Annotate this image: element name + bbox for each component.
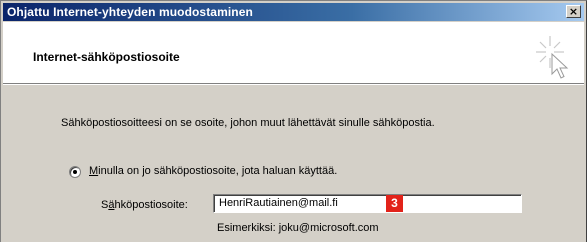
email-label-end: hköpostiosoite: <box>114 199 188 211</box>
header-divider <box>3 83 584 85</box>
example-text: Esimerkiksi: joku@microsoft.com <box>217 222 379 234</box>
radio-label-accelerator: M <box>89 165 99 177</box>
step-badge: 3 <box>386 195 403 212</box>
intro-text: Sähköpostiosoitteesi on se osoite, johon… <box>61 117 435 129</box>
wizard-sparkle-cursor-icon <box>536 36 569 79</box>
close-button[interactable]: × <box>566 5 581 18</box>
radio-label-text: inulla on jo sähköpostiosoite, jota halu… <box>98 165 338 177</box>
email-field-label: Sähköpostiosoite: <box>101 199 188 211</box>
title-bar[interactable]: Ohjattu Internet-yhteyden muodostaminen … <box>3 3 584 21</box>
existing-address-radio-label[interactable]: Minulla on jo sähköpostiosoite, jota hal… <box>89 165 337 177</box>
page-title: Internet-sähköpostiosoite <box>33 50 180 64</box>
email-field-value: HenriRautiainen@mail.fi <box>219 197 338 209</box>
email-field[interactable]: HenriRautiainen@mail.fi <box>213 194 522 213</box>
close-icon: × <box>568 5 579 18</box>
wizard-header: Internet-sähköpostiosoite <box>3 22 584 83</box>
window-title: Ohjattu Internet-yhteyden muodostaminen <box>7 5 253 19</box>
radio-selected-dot <box>73 170 77 174</box>
existing-address-radio[interactable] <box>69 166 81 178</box>
wizard-window: Ohjattu Internet-yhteyden muodostaminen … <box>0 0 587 242</box>
